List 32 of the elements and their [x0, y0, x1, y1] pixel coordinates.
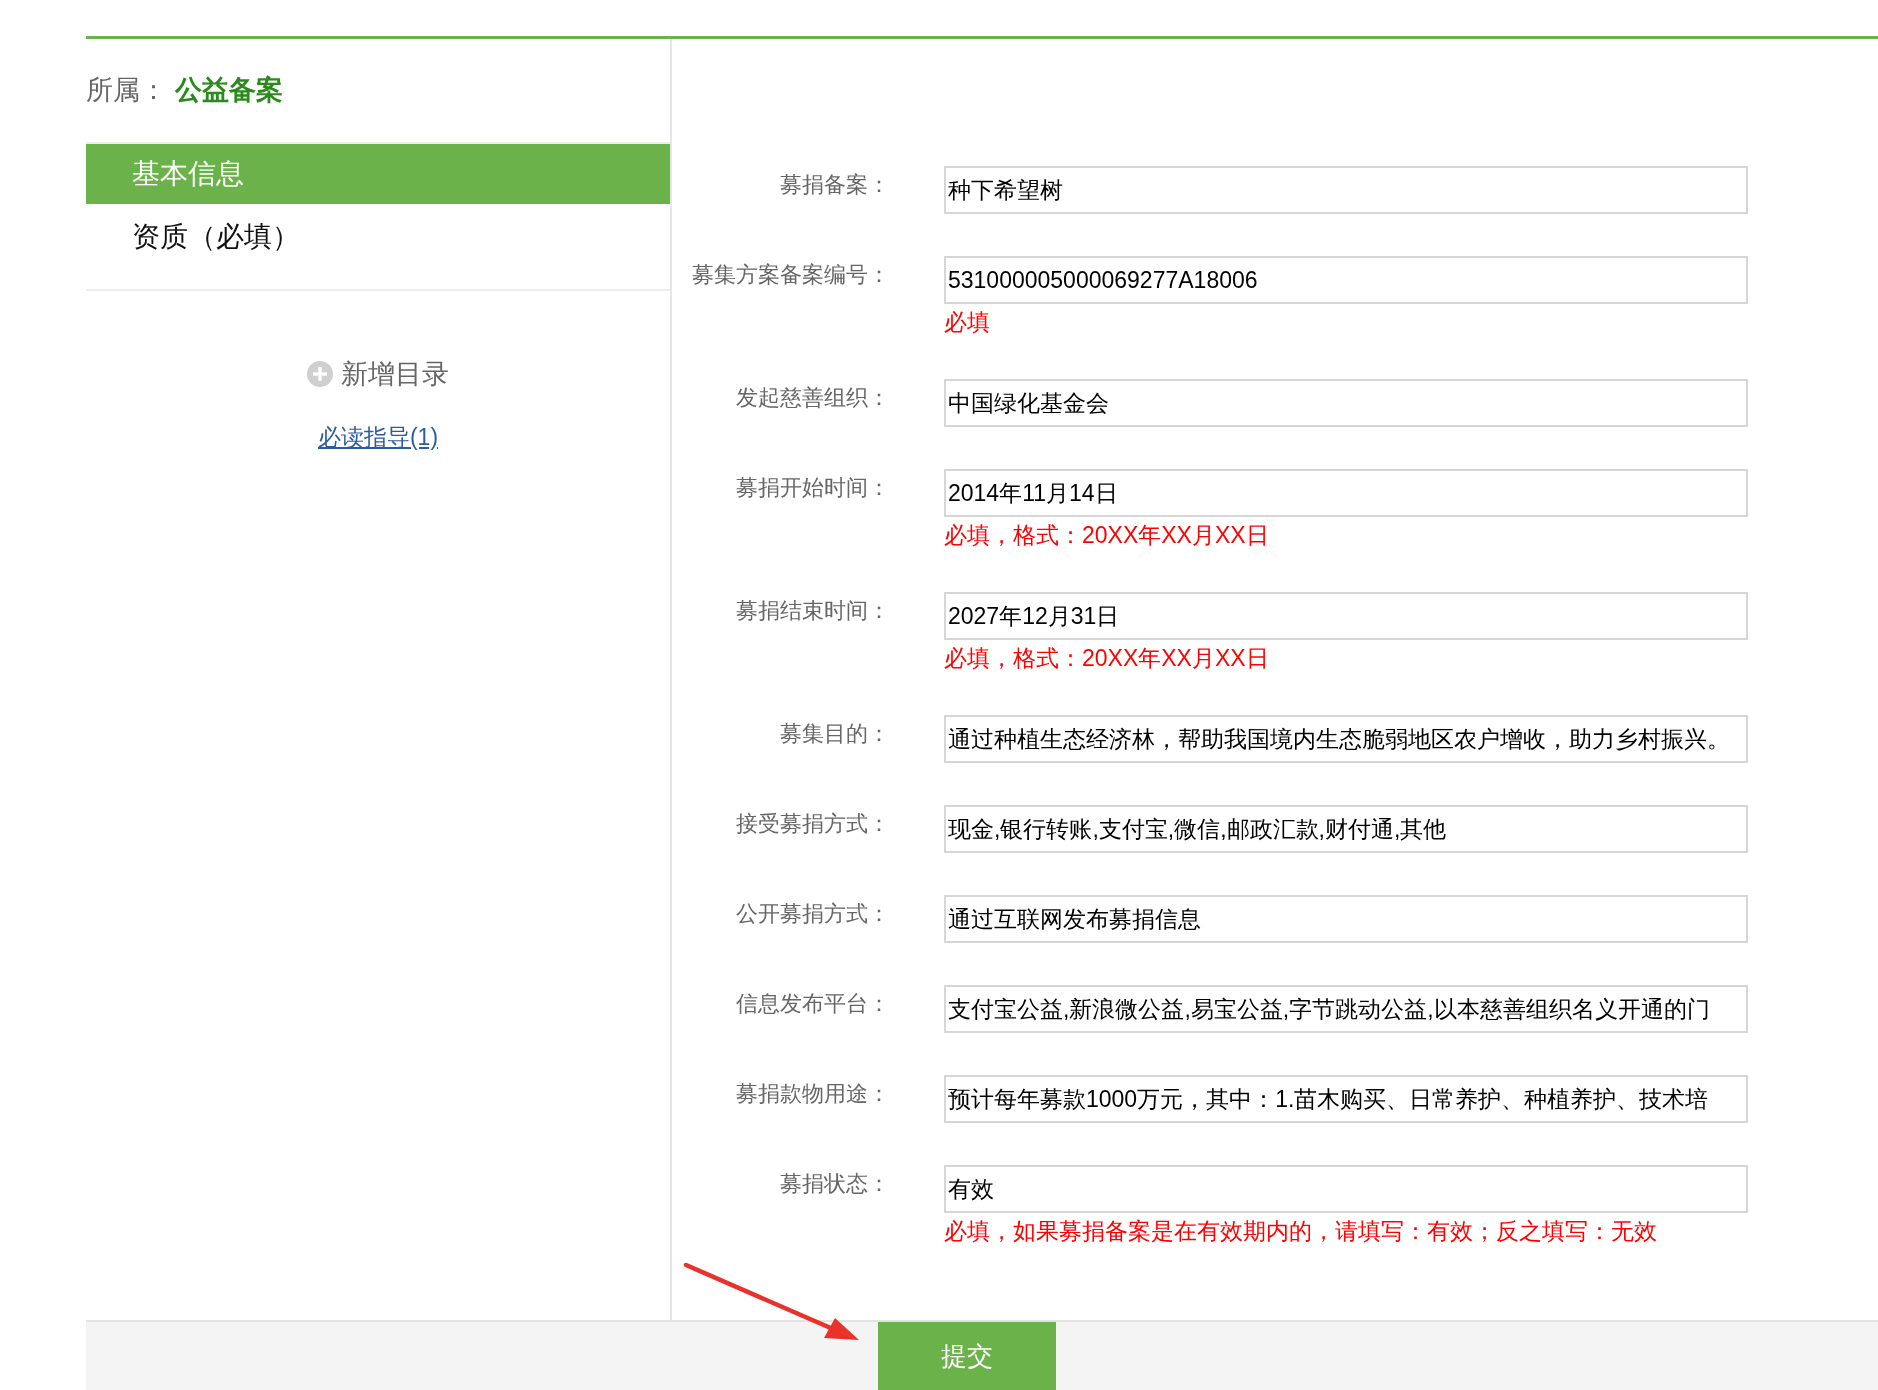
input-field[interactable]: 预计每年募款1000万元，其中：1.苗木购买、日常养护、种植养护、技术培 — [944, 1075, 1748, 1123]
field-label: 接受募捐方式： — [735, 810, 890, 838]
field-label: 公开募捐方式： — [735, 900, 890, 928]
input-field[interactable]: 通过种植生态经济林，帮助我国境内生态脆弱地区农户增收，助力乡村振兴。 — [944, 715, 1748, 763]
sidebar-item[interactable]: 资质（必填） — [86, 207, 670, 267]
field-hint: 必填，如果募捐备案是在有效期内的，请填写：有效；反之填写：无效 — [944, 1217, 1658, 1246]
field-label: 发起慈善组织： — [735, 384, 890, 412]
field-label: 募捐开始时间： — [735, 474, 890, 502]
field-label: 募捐款物用途： — [735, 1080, 890, 1108]
field-label: 募捐结束时间： — [735, 597, 890, 625]
field-label: 募捐状态： — [779, 1170, 890, 1198]
field-label: 信息发布平台： — [735, 990, 890, 1018]
input-field[interactable]: 支付宝公益,新浪微公益,易宝公益,字节跳动公益,以本慈善组织名义开通的门 — [944, 985, 1748, 1033]
input-field[interactable]: 531000005000069277A18006 — [944, 256, 1748, 304]
field-label: 募集目的： — [779, 720, 890, 748]
field-hint: 必填 — [944, 308, 991, 337]
input-field[interactable]: 中国绿化基金会 — [944, 379, 1748, 427]
guide-link[interactable]: 必读指导(1) — [317, 422, 439, 452]
input-field[interactable]: 2014年11月14日 — [944, 469, 1748, 517]
category-label: 所属： — [86, 74, 167, 106]
field-label: 募捐备案： — [779, 171, 890, 199]
field-hint: 必填，格式：20XX年XX月XX日 — [944, 644, 1270, 673]
field-label: 募集方案备案编号： — [691, 261, 890, 289]
field-hint: 必填，格式：20XX年XX月XX日 — [944, 521, 1270, 550]
input-field[interactable]: 有效 — [944, 1165, 1748, 1213]
add-directory-button[interactable]: 新增目录 — [307, 357, 449, 391]
input-field[interactable]: 2027年12月31日 — [944, 592, 1748, 640]
input-field[interactable]: 现金,银行转账,支付宝,微信,邮政汇款,财付通,其他 — [944, 805, 1748, 853]
input-field[interactable]: 通过互联网发布募捐信息 — [944, 895, 1748, 943]
input-field[interactable]: 种下希望树 — [944, 166, 1748, 214]
plus-circle-icon — [307, 361, 333, 387]
category-value: 公益备案 — [175, 74, 283, 106]
